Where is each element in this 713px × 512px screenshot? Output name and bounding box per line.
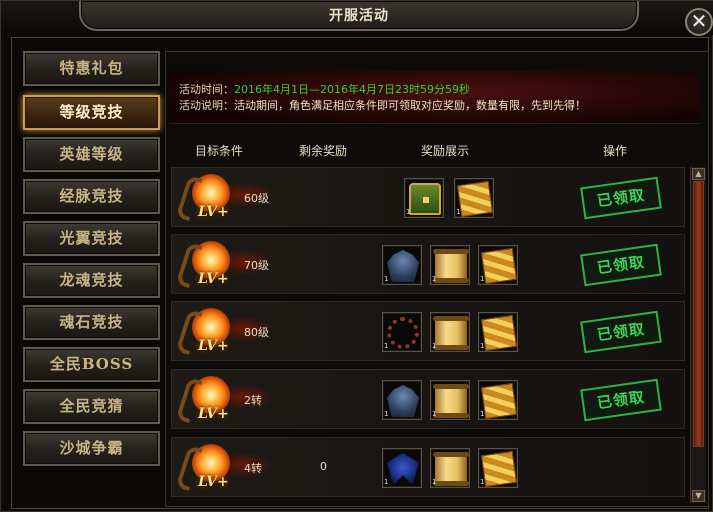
claimed-stamp: 已领取 [580,310,662,354]
ticket-bundle-icon[interactable]: 1 [478,245,518,285]
sidebar-item-world-boss[interactable]: 全民BOSS [23,347,160,382]
activity-desc-line: 活动说明：活动期间，角色满足相应条件即可领取对应奖励，数量有限，先到先得！ [179,97,586,113]
scroll-icon[interactable]: 1 [430,380,470,420]
treasure-chest-icon[interactable]: 1 [404,178,444,218]
close-icon[interactable]: ✕ [685,8,713,36]
scroll-icon[interactable]: 1 [430,245,470,285]
item-qty: 1 [480,342,485,350]
item-qty: 1 [406,208,411,216]
level-badge-text: LV+ [198,271,229,287]
activity-desc-label: 活动说明： [179,99,234,112]
ticket-bundle-icon[interactable]: 1 [478,312,518,352]
claimed-stamp: 已领取 [580,378,662,422]
scroll-icon[interactable]: 1 [430,312,470,352]
table-header: 目标条件 剩余奖励 奖励展示 操作 [169,139,699,161]
armor-icon[interactable]: 1 [382,245,422,285]
scroll-up-icon[interactable]: ▲ [692,168,705,180]
title-bar: 开服活动 [1,1,713,35]
level-badge-text: LV+ [198,406,229,422]
armor-icon[interactable]: 1 [382,380,422,420]
sidebar-item-castle-war[interactable]: 沙城争霸 [23,431,160,466]
sidebar-item-dragon-soul-competition[interactable]: 龙魂竞技 [23,263,160,298]
header-condition: 目标条件 [195,144,244,158]
ticket-bundle-icon[interactable]: 1 [478,380,518,420]
claimed-stamp: 已领取 [580,176,662,220]
item-qty: 1 [432,275,437,283]
window-title: 开服活动 [329,8,389,24]
sidebar-item-hero-level[interactable]: 英雄等级 [23,137,160,172]
item-qty: 1 [480,478,485,486]
scrollbar[interactable]: ▲ ▼ [690,167,706,503]
item-qty: 1 [384,342,389,350]
level-up-icon: LV+ [175,440,274,496]
activity-window: 开服活动 ✕ 特惠礼包 等级竞技 英雄等级 经脉竞技 光翼竞技 龙魂竞技 魂石竞… [0,0,713,512]
header-remaining: 剩余奖励 [299,144,348,158]
header-rewards: 奖励展示 [421,144,470,158]
header-action: 操作 [603,144,628,158]
item-qty: 1 [432,342,437,350]
table-row: LV+ 60级 1 1 已领取 [171,167,685,227]
sidebar-item-world-guess[interactable]: 全民竞猜 [23,389,160,424]
claimed-stamp: 已领取 [580,243,662,287]
item-qty: 1 [456,208,461,216]
sidebar-item-meridian-competition[interactable]: 经脉竞技 [23,179,160,214]
table-row: LV+ 2转 1 1 1 已领取 [171,369,685,429]
table-row: LV+ 80级 1 1 1 已领取 [171,301,685,361]
level-badge-text: LV+ [198,204,229,220]
row-condition: 2转 [244,394,262,407]
activity-time-label: 活动时间： [179,83,234,96]
title-tab: 开服活动 [79,1,639,31]
item-qty: 1 [384,275,389,283]
item-qty: 1 [432,410,437,418]
level-up-icon: LV+ [175,170,274,226]
item-qty: 1 [384,410,389,418]
activity-time-line: 活动时间：2016年4月1日—2016年4月7日23时59分59秒 [179,81,470,97]
necklace-icon[interactable]: 1 [382,312,422,352]
wings-icon[interactable]: 1 [382,448,422,488]
activity-time-value: 2016年4月1日—2016年4月7日23时59分59秒 [234,83,470,96]
row-condition: 4转 [244,462,262,475]
row-condition: 80级 [244,326,269,339]
level-up-icon: LV+ [175,304,274,360]
level-up-icon: LV+ [175,372,274,428]
level-badge-text: LV+ [198,474,229,490]
sidebar-item-level-competition[interactable]: 等级竞技 [23,95,160,130]
row-condition: 60级 [244,192,269,205]
ticket-bundle-icon[interactable]: 1 [478,448,518,488]
sidebar-item-soul-stone-competition[interactable]: 魂石竞技 [23,305,160,340]
item-qty: 1 [480,275,485,283]
row-remaining: 0 [320,460,327,473]
activity-desc-value: 活动期间，角色满足相应条件即可领取对应奖励，数量有限，先到先得！ [234,99,586,112]
item-qty: 1 [384,478,389,486]
level-up-icon: LV+ [175,237,274,293]
scroll-icon[interactable]: 1 [430,448,470,488]
item-qty: 1 [432,478,437,486]
level-badge-text: LV+ [198,338,229,354]
table-row: LV+ 70级 1 1 1 已领取 [171,234,685,294]
sidebar-item-special-gift[interactable]: 特惠礼包 [23,51,160,86]
ticket-bundle-icon[interactable]: 1 [454,178,494,218]
row-condition: 70级 [244,259,269,272]
scroll-down-icon[interactable]: ▼ [692,490,705,502]
sidebar-item-wing-competition[interactable]: 光翼竞技 [23,221,160,256]
scrollbar-thumb[interactable] [693,181,704,447]
activity-info-banner: 活动时间：2016年4月1日—2016年4月7日23时59分59秒 活动说明：活… [169,71,699,124]
table-row: LV+ 4转 0 1 1 1 [171,437,685,497]
item-qty: 1 [480,410,485,418]
